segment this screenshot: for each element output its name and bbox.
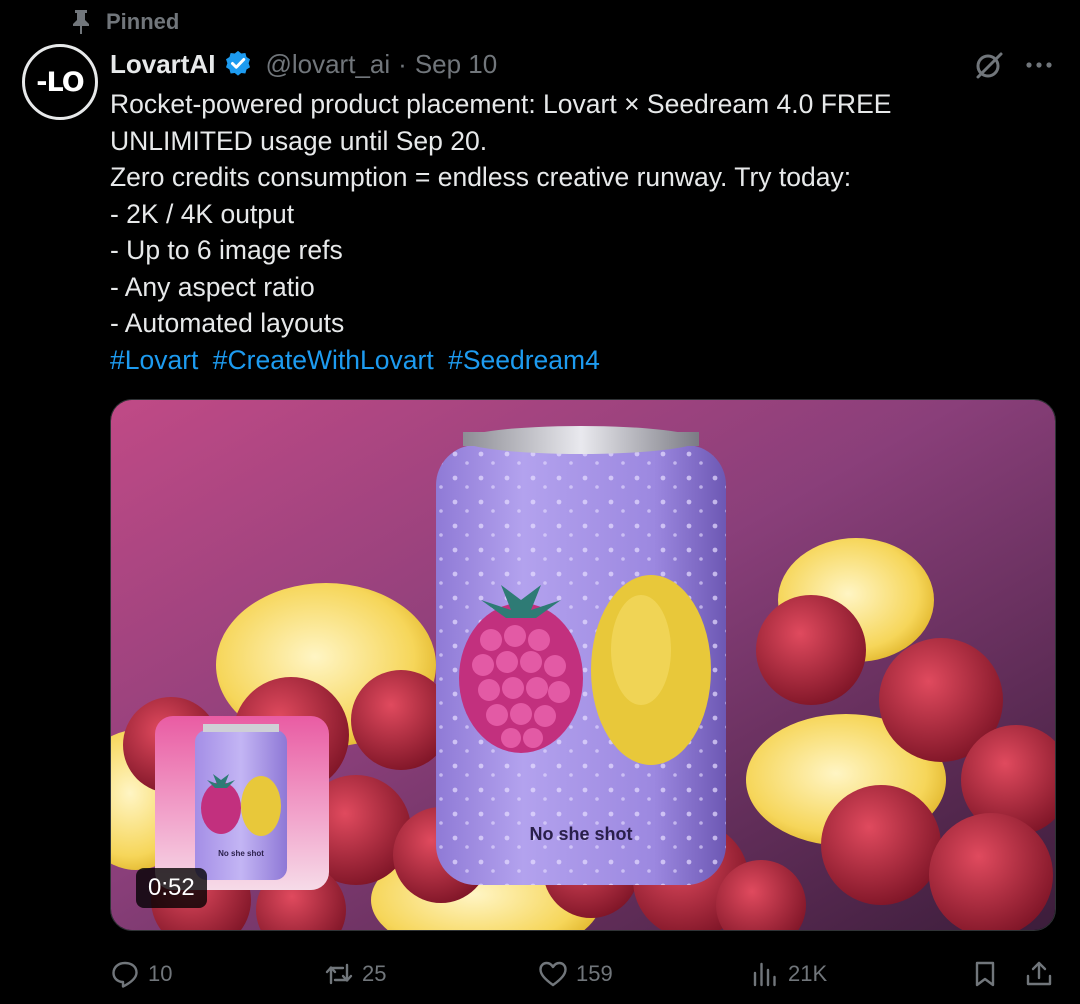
more-options-icon[interactable] [1022, 52, 1056, 78]
header-separator: · [398, 48, 407, 79]
video-thumbnail-preview: No she shot [155, 716, 329, 890]
author-handle[interactable]: @lovart_ai [265, 49, 390, 80]
tweet-text-line: Rocket-powered product placement: Lovart… [110, 89, 892, 119]
grok-icon[interactable] [972, 48, 1006, 82]
tweet-text-line: UNLIMITED usage until Sep 20. [110, 125, 488, 156]
tweet-text-line: - Up to 6 image refs [110, 235, 343, 265]
reply-count: 10 [148, 961, 173, 986]
tweet-text-line: Zero credits consumption = endless creat… [110, 162, 852, 192]
repost-button[interactable]: 25 [324, 952, 386, 996]
hashtag-link[interactable]: #Lovart [110, 345, 198, 375]
pinned-indicator: Pinned [70, 6, 179, 38]
avatar[interactable]: -LO [22, 44, 98, 120]
repost-count: 25 [362, 961, 387, 986]
reply-icon [112, 961, 138, 988]
video-preview-frame: No she shot [155, 716, 329, 890]
tweet-actions: 10 25 159 21K [110, 952, 1060, 996]
hashtags: #Lovart #CreateWithLovart #Seedream4 [110, 342, 1060, 379]
analytics-icon [753, 962, 776, 987]
verified-badge-icon[interactable] [223, 49, 253, 79]
can-label: No she shot [529, 824, 632, 844]
video-duration: 0:52 [136, 868, 207, 908]
like-button[interactable]: 159 [538, 952, 613, 996]
hashtag-link[interactable]: #Seedream4 [448, 345, 600, 375]
tweet[interactable]: Pinned -LO LovartAI @lovart_ai · Sep 10 … [0, 0, 1080, 1004]
tweet-text-line: - Any aspect ratio [110, 271, 315, 302]
repost-icon [325, 963, 353, 985]
reply-button[interactable]: 10 [110, 952, 172, 996]
pin-icon [73, 10, 89, 34]
tweet-date[interactable]: Sep 10 [415, 49, 497, 80]
author-name[interactable]: LovartAI [110, 49, 215, 80]
avatar-logo-text: -LO [36, 66, 84, 98]
tweet-text: Rocket-powered product placement: Lovart… [110, 86, 1060, 378]
views-count: 21K [788, 961, 828, 986]
pinned-label: Pinned [106, 9, 180, 34]
tweet-text-line: - 2K / 4K output [110, 198, 295, 229]
pip-can-label: No she shot [218, 849, 264, 858]
bookmark-button[interactable] [970, 952, 1000, 996]
share-icon [1026, 961, 1052, 986]
tweet-header: LovartAI @lovart_ai · Sep 10 [110, 46, 497, 82]
like-count: 159 [576, 961, 613, 986]
tweet-text-line: - Automated layouts [110, 308, 345, 338]
views-button[interactable]: 21K [750, 952, 827, 996]
heart-icon [539, 961, 567, 987]
hashtag-link[interactable]: #CreateWithLovart [213, 345, 434, 375]
share-button[interactable] [1024, 952, 1054, 996]
bookmark-icon [975, 961, 995, 987]
